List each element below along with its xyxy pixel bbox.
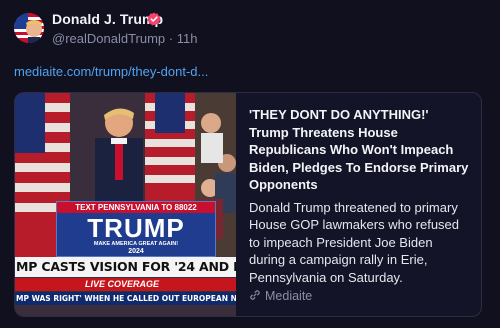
avatar[interactable] [14,13,44,43]
avatar-flag-icon [14,13,44,43]
post: Donald J. Trump @realDonaldTrump · 11h m… [0,0,500,328]
preview-thumbnail: TEXT PENNSYLVANIA TO 88022 TRUMP MAKE AM… [15,93,236,316]
card-headline[interactable]: 'THEY DONT DO ANYTHING!' Trump Threatens… [249,106,471,194]
meta-separator: · [168,31,174,46]
author-meta: @realDonaldTrump · 11h [52,31,197,46]
lectern-year: 2024 [128,248,144,255]
lectern-name: TRUMP [87,213,185,243]
card-source[interactable]: Mediaite [249,289,312,303]
lectern-slogan: MAKE AMERICA GREAT AGAIN! [93,241,179,247]
card-description: Donald Trump threatened to primary House… [249,199,460,285]
link-preview-card[interactable]: TEXT PENNSYLVANIA TO 88022 TRUMP MAKE AM… [14,92,482,317]
card-source-label: Mediaite [265,289,313,303]
news-ticker-crawl: MP WAS RIGHT' WHEN HE CALLED OUT EUROPEA… [15,292,236,305]
post-link[interactable]: mediaite.com/trump/they-dont-d... [14,64,208,79]
link-icon [250,290,260,300]
post-time[interactable]: 11h [177,31,198,46]
lectern-sign: TEXT PENNSYLVANIA TO 88022 TRUMP MAKE AM… [56,201,216,257]
card-text: 'THEY DONT DO ANYTHING!' Trump Threatens… [249,106,471,286]
news-ticker-live: LIVE COVERAGE [15,278,236,291]
author-handle[interactable]: @realDonaldTrump [52,31,165,46]
news-ticker-main: MP CASTS VISION FOR '24 AND BEYO [15,257,236,277]
lectern-text-line: TEXT PENNSYLVANIA TO 88022 [57,202,215,213]
verified-badge-icon [147,12,161,26]
